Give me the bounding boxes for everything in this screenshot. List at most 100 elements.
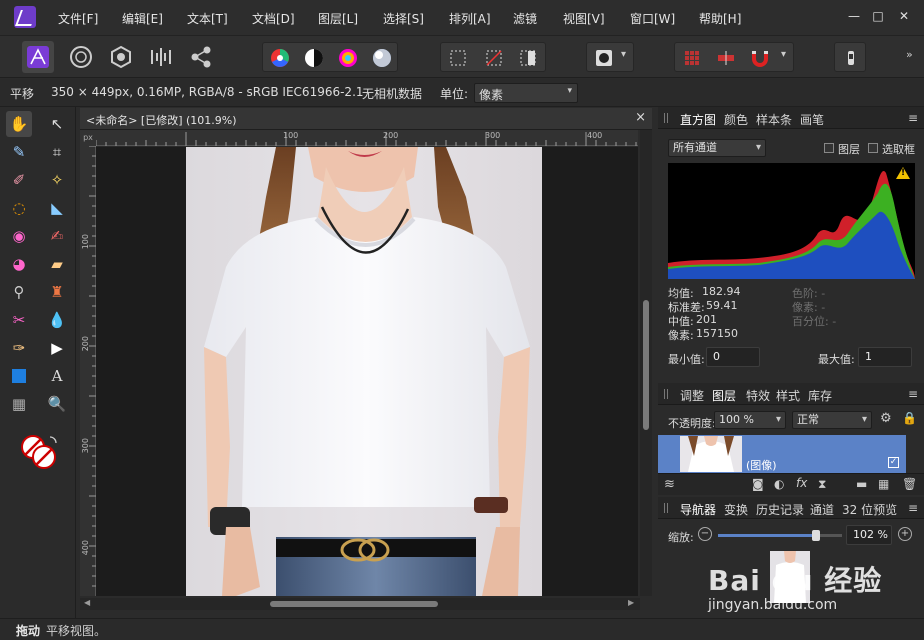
export-persona-button[interactable] <box>186 42 216 72</box>
mask-icon[interactable]: ◙ <box>752 477 764 491</box>
horizontal-scrollbar[interactable]: ◀ ▶ <box>80 598 640 610</box>
document-tab[interactable]: <未命名> [已修改] (101.9%) × <box>80 108 652 130</box>
tab-navigator[interactable]: 导航器 <box>680 501 716 518</box>
photo-persona-button[interactable] <box>22 41 54 73</box>
flood-fill-tool[interactable]: ◣ <box>44 195 70 221</box>
tab-effects[interactable]: 特效 <box>746 387 770 404</box>
pan-tool[interactable]: ✋ <box>6 111 32 137</box>
layer-visibility-checkbox[interactable]: ✓ <box>888 457 899 468</box>
horizontal-scroll-thumb[interactable] <box>270 601 438 607</box>
menu-file[interactable]: 文件[F] <box>58 10 98 27</box>
rectangle-tool[interactable] <box>6 363 32 389</box>
liquify-persona-button[interactable] <box>66 42 96 72</box>
scroll-right-icon[interactable]: ▶ <box>628 598 634 607</box>
menu-edit[interactable]: 编辑[E] <box>122 10 163 27</box>
trash-icon[interactable]: 🗑 <box>902 477 917 491</box>
grid-icon[interactable] <box>679 45 705 71</box>
close-button[interactable]: ✕ <box>892 6 916 26</box>
zoom-blur-tool[interactable]: ⚲ <box>6 279 32 305</box>
zoom-slider-handle[interactable] <box>811 530 820 541</box>
saturation-icon[interactable] <box>335 45 361 71</box>
tab-adjustment[interactable]: 调整 <box>680 387 704 404</box>
healing-brush-tool[interactable]: ✂ <box>6 307 32 333</box>
marquee-icon[interactable] <box>445 45 471 71</box>
layer-settings-gear-icon[interactable]: ⚙ <box>880 411 892 426</box>
tab-layers[interactable]: 图层 <box>712 387 736 404</box>
vertical-scrollbar[interactable] <box>640 130 652 596</box>
panel-menu-icon[interactable]: ≡ <box>908 387 918 401</box>
min-value-input[interactable]: 0 <box>706 347 760 367</box>
mesh-warp-tool[interactable]: ▦ <box>6 391 32 417</box>
max-value-input[interactable]: 1 <box>858 347 912 367</box>
magic-wand-tool[interactable]: ✧ <box>44 167 70 193</box>
layer-checkbox[interactable] <box>824 143 834 153</box>
panel-grip-icon[interactable] <box>664 389 668 399</box>
node-tool[interactable]: ▶ <box>44 335 70 361</box>
contrast-icon[interactable] <box>301 45 327 71</box>
channel-select[interactable]: 所有通道 <box>668 139 766 157</box>
tab-32bit-preview[interactable]: 32 位预览 <box>842 501 897 518</box>
snapping-dropdown-icon[interactable]: ▾ <box>781 49 786 60</box>
tab-channels[interactable]: 通道 <box>810 501 834 518</box>
quick-mask-icon[interactable] <box>591 45 617 71</box>
zoom-tool[interactable]: 🔍 <box>44 391 70 417</box>
alignment-icon[interactable] <box>713 45 739 71</box>
panel-menu-icon[interactable]: ≡ <box>908 501 918 515</box>
vertical-scroll-thumb[interactable] <box>643 300 649 430</box>
blur-brush-tool[interactable]: 💧 <box>44 307 70 333</box>
lasso-tool[interactable]: ◌ <box>6 195 32 221</box>
tab-transform[interactable]: 变换 <box>724 501 748 518</box>
menu-filters[interactable]: 滤镜 <box>513 10 537 27</box>
paint-brush-tool[interactable]: ✍ <box>44 223 70 249</box>
zoom-out-icon[interactable]: − <box>698 527 712 541</box>
zoom-value-input[interactable]: 102 % <box>846 525 892 545</box>
move-tool[interactable]: ↖ <box>44 111 70 137</box>
panel-menu-icon[interactable]: ≡ <box>908 111 918 125</box>
invert-selection-icon[interactable] <box>515 45 541 71</box>
menu-layer[interactable]: 图层[L] <box>318 10 358 27</box>
selection-checkbox[interactable] <box>868 143 878 153</box>
color-picker-tool[interactable]: ✎ <box>6 139 32 165</box>
tab-color[interactable]: 颜色 <box>724 111 748 128</box>
menu-document[interactable]: 文档[D] <box>252 10 295 27</box>
tab-swatches[interactable]: 样本条 <box>756 111 792 128</box>
crop-tool[interactable]: ⌗ <box>44 139 70 165</box>
menu-help[interactable]: 帮助[H] <box>699 10 741 27</box>
panel-grip-icon[interactable] <box>664 503 668 513</box>
assistant-icon[interactable] <box>838 45 864 71</box>
clone-tool[interactable]: ♜ <box>44 279 70 305</box>
tab-brushes[interactable]: 画笔 <box>800 111 824 128</box>
dodge-tool[interactable]: ◕ <box>6 251 32 277</box>
fx-icon[interactable]: fx <box>796 476 807 490</box>
toolbar-overflow-icon[interactable]: » <box>906 48 913 61</box>
menu-window[interactable]: 窗口[W] <box>630 10 675 27</box>
unit-select[interactable]: 像素 ▾ <box>474 83 578 103</box>
menu-view[interactable]: 视图[V] <box>563 10 605 27</box>
menu-arrange[interactable]: 排列[A] <box>449 10 491 27</box>
maximize-button[interactable]: □ <box>866 6 890 26</box>
color-replace-tool[interactable]: ◉ <box>6 223 32 249</box>
tab-histogram[interactable]: 直方图 <box>680 111 716 128</box>
tab-history[interactable]: 历史记录 <box>756 501 804 518</box>
deselect-icon[interactable] <box>481 45 507 71</box>
document-image[interactable] <box>186 147 542 596</box>
menu-text[interactable]: 文本[T] <box>187 10 228 27</box>
color-wheel-icon[interactable] <box>267 45 293 71</box>
selection-brush-tool[interactable]: ✐ <box>6 167 32 193</box>
minimize-button[interactable]: — <box>842 6 866 26</box>
opacity-select[interactable]: 100 % <box>714 411 786 429</box>
zoom-slider-track[interactable] <box>718 530 842 541</box>
snapping-magnet-icon[interactable] <box>747 45 773 71</box>
tab-stock[interactable]: 库存 <box>808 387 832 404</box>
tone-mapping-persona-button[interactable] <box>146 42 176 72</box>
layer-row[interactable]: (图像) ✓ <box>658 435 906 473</box>
adjustment-layer-icon[interactable]: ◐ <box>774 477 784 491</box>
pixel-layer-icon[interactable]: ▦ <box>878 477 889 491</box>
blend-mode-select[interactable]: 正常 <box>792 411 872 429</box>
erase-tool[interactable]: ▰ <box>44 251 70 277</box>
folder-icon[interactable]: ▬ <box>856 477 867 491</box>
text-tool[interactable]: A <box>44 363 70 389</box>
develop-persona-button[interactable] <box>106 42 136 72</box>
color-swatches[interactable] <box>18 433 62 473</box>
close-document-icon[interactable]: × <box>635 110 646 125</box>
